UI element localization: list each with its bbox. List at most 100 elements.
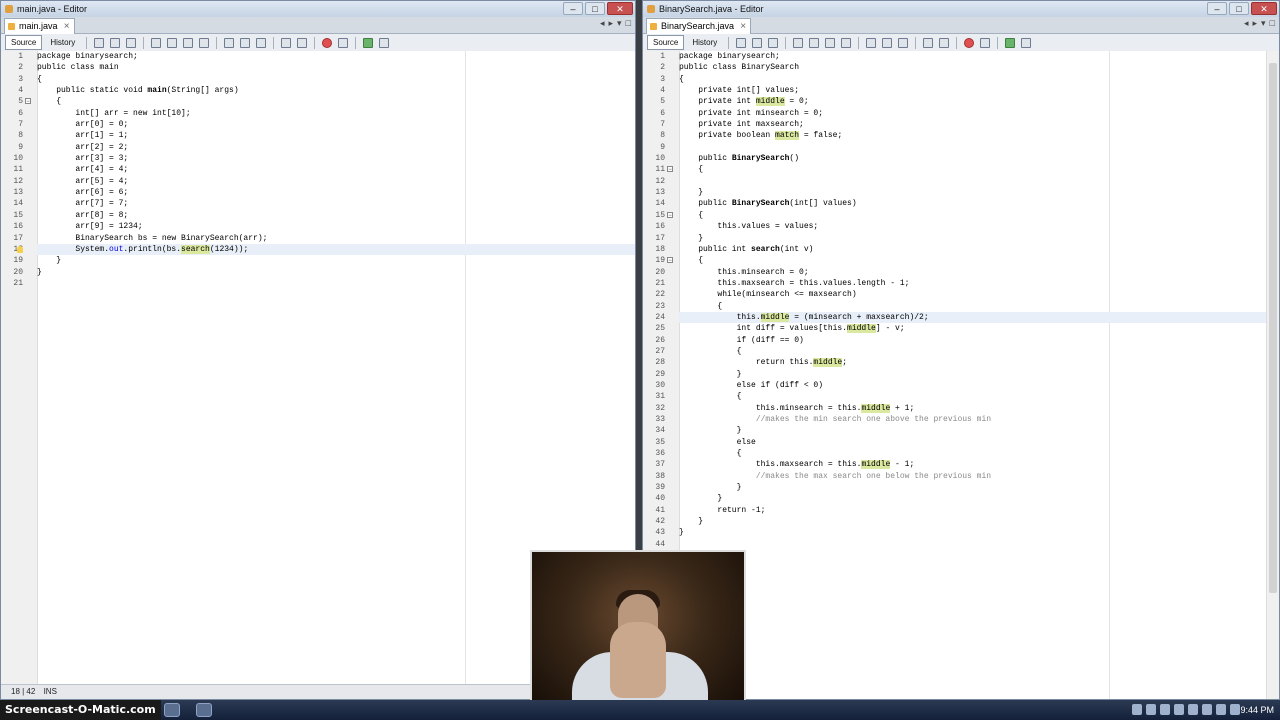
code-line[interactable]: 1 package binarysearch; xyxy=(660,51,1279,62)
shift-right-icon[interactable] xyxy=(297,37,308,48)
code-line[interactable]: 24 this.middle = (minsearch + maxsearch)… xyxy=(655,311,1279,324)
uncomment-icon[interactable] xyxy=(379,37,390,48)
tab-scroll-left-icon[interactable]: ◂ xyxy=(1244,18,1249,29)
code-line[interactable]: 36 { xyxy=(655,448,1279,459)
tray-icon[interactable] xyxy=(1188,704,1198,715)
code-line[interactable]: 2 public class BinarySearch xyxy=(660,62,1279,73)
back-icon[interactable] xyxy=(752,37,763,48)
code-line[interactable]: 25 int diff = values[this.middle] - v; xyxy=(655,323,1279,334)
code-line[interactable]: 22 while(minsearch <= maxsearch) xyxy=(655,289,1279,300)
find-icon[interactable] xyxy=(151,37,162,48)
start-macro-icon[interactable] xyxy=(964,37,975,48)
find-next-icon[interactable] xyxy=(825,37,836,48)
tray-icon[interactable] xyxy=(1216,704,1226,715)
code-line[interactable]: 5− { xyxy=(18,96,635,107)
maximize-editor-icon[interactable]: □ xyxy=(1270,18,1275,29)
tab-list-icon[interactable]: ▾ xyxy=(1261,18,1266,29)
code-line[interactable]: 12 xyxy=(655,176,1279,187)
code-line[interactable]: 21 xyxy=(13,278,635,289)
toggle-bookmark-icon[interactable] xyxy=(898,37,909,48)
code-line[interactable]: 10 public BinarySearch() xyxy=(655,153,1279,164)
fold-toggle-icon[interactable]: − xyxy=(667,166,673,173)
uncomment-icon[interactable] xyxy=(1021,37,1032,48)
find-previous-icon[interactable] xyxy=(809,37,820,48)
tray-icon[interactable] xyxy=(1160,704,1170,715)
code-line[interactable]: 27 { xyxy=(655,346,1279,357)
code-line[interactable]: 1 package binarysearch; xyxy=(18,51,635,62)
tray-icon[interactable] xyxy=(1174,704,1184,715)
code-line[interactable]: 14 arr[7] = 7; xyxy=(13,198,635,209)
code-line[interactable]: 13 arr[6] = 6; xyxy=(13,187,635,198)
code-line[interactable]: 30 else if (diff < 0) xyxy=(655,380,1279,391)
code-line[interactable]: 38 //makes the max search one below the … xyxy=(655,471,1279,482)
tray-icon[interactable] xyxy=(1202,704,1212,715)
find-icon[interactable] xyxy=(793,37,804,48)
next-bookmark-icon[interactable] xyxy=(240,37,251,48)
clock[interactable]: 9:44 PM xyxy=(1240,700,1274,720)
code-line[interactable]: 4 private int[] values; xyxy=(660,85,1279,96)
fold-toggle-icon[interactable]: − xyxy=(25,98,31,105)
code-line[interactable]: 19− { xyxy=(655,255,1279,266)
code-line[interactable]: 15 arr[8] = 8; xyxy=(13,210,635,221)
tray-icon[interactable] xyxy=(1132,704,1142,715)
code-line[interactable]: 3{ xyxy=(18,74,635,85)
code-line[interactable]: 10 arr[3] = 3; xyxy=(13,153,635,164)
fold-toggle-icon[interactable]: − xyxy=(667,211,673,218)
code-line[interactable]: 8 private boolean match = false; xyxy=(660,130,1279,141)
hint-bulb-icon[interactable] xyxy=(17,245,23,253)
code-line[interactable]: 17 BinarySearch bs = new BinarySearch(ar… xyxy=(13,233,635,244)
code-line[interactable]: 40 } xyxy=(655,493,1279,504)
code-line[interactable]: 6 int[] arr = new int[10]; xyxy=(18,108,635,119)
tab-list-icon[interactable]: ▾ xyxy=(617,18,622,29)
stop-macro-icon[interactable] xyxy=(338,37,349,48)
toggle-highlight-icon[interactable] xyxy=(841,37,852,48)
code-line[interactable]: 19 } xyxy=(13,255,635,266)
vertical-scrollbar[interactable] xyxy=(1266,51,1279,699)
code-line[interactable]: 7 arr[0] = 0; xyxy=(18,119,635,130)
comment-icon[interactable] xyxy=(1005,37,1016,48)
tab-close-icon[interactable]: × xyxy=(740,19,746,34)
shift-left-icon[interactable] xyxy=(923,37,934,48)
code-line[interactable]: 32 this.minsearch = this.middle + 1; xyxy=(655,403,1279,414)
fold-toggle-icon[interactable]: − xyxy=(667,257,673,264)
previous-bookmark-icon[interactable] xyxy=(224,37,235,48)
forward-icon[interactable] xyxy=(126,37,137,48)
tab-binarysearch-java[interactable]: BinarySearch.java × xyxy=(646,18,752,34)
code-line[interactable]: 21 this.maxsearch = this.values.length -… xyxy=(655,278,1279,289)
code-line[interactable]: 31 { xyxy=(655,391,1279,402)
tray-icon[interactable] xyxy=(1146,704,1156,715)
volume-icon[interactable] xyxy=(1230,704,1240,715)
code-area[interactable]: 1 package binarysearch; 2 public class Bina… xyxy=(655,51,1279,699)
code-line[interactable]: 42 } xyxy=(655,516,1279,527)
code-line[interactable]: 5 private int middle = 0; xyxy=(660,96,1279,107)
shift-right-icon[interactable] xyxy=(939,37,950,48)
code-line[interactable]: 6 private int minsearch = 0; xyxy=(660,108,1279,119)
maximize-button[interactable]: □ xyxy=(1229,2,1249,15)
tab-close-icon[interactable]: × xyxy=(64,19,70,34)
tab-main-java[interactable]: main.java × xyxy=(4,18,75,34)
forward-icon[interactable] xyxy=(768,37,779,48)
code-line[interactable]: 34 } xyxy=(655,425,1279,436)
comment-icon[interactable] xyxy=(363,37,374,48)
taskbar-app-icon[interactable] xyxy=(196,703,212,717)
code-line[interactable]: 29 } xyxy=(655,369,1279,380)
code-line[interactable]: 23 { xyxy=(655,301,1279,312)
code-line[interactable]: 12 arr[5] = 4; xyxy=(13,176,635,187)
close-button[interactable]: ✕ xyxy=(1251,2,1277,15)
code-line[interactable]: 39 } xyxy=(655,482,1279,493)
code-line[interactable]: 2 public class main xyxy=(18,62,635,73)
tab-scroll-left-icon[interactable]: ◂ xyxy=(600,18,605,29)
code-line[interactable]: 4 public static void main(String[] args) xyxy=(18,85,635,96)
taskbar-app-icon[interactable] xyxy=(164,703,180,717)
find-previous-icon[interactable] xyxy=(167,37,178,48)
source-button[interactable]: Source xyxy=(647,35,685,50)
shift-left-icon[interactable] xyxy=(281,37,292,48)
code-line[interactable]: 26 if (diff == 0) xyxy=(655,335,1279,346)
toggle-highlight-icon[interactable] xyxy=(199,37,210,48)
last-edit-icon[interactable] xyxy=(94,37,105,48)
next-bookmark-icon[interactable] xyxy=(882,37,893,48)
code-line[interactable]: 16 arr[9] = 1234; xyxy=(13,221,635,232)
code-line[interactable]: 17 } xyxy=(655,233,1279,244)
code-line[interactable]: 16 this.values = values; xyxy=(655,221,1279,232)
find-next-icon[interactable] xyxy=(183,37,194,48)
